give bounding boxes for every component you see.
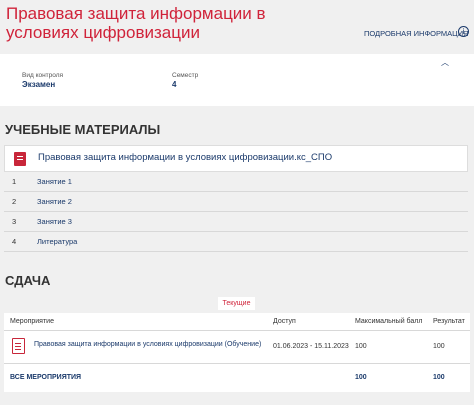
event-max-score: 100 bbox=[355, 343, 367, 350]
submission-table: Мероприятие Доступ Максимальный балл Рез… bbox=[4, 313, 470, 392]
topic-link[interactable]: Занятие 3 bbox=[37, 217, 72, 226]
tab-current[interactable]: Текущие bbox=[218, 297, 255, 310]
material-file[interactable]: Правовая защита информации в условиях ци… bbox=[4, 145, 468, 172]
topic-number: 3 bbox=[12, 217, 17, 226]
table-header: Мероприятие Доступ Максимальный балл Рез… bbox=[4, 313, 470, 331]
topic-number: 2 bbox=[12, 197, 17, 206]
semester-value: 4 bbox=[172, 80, 177, 89]
material-file-name[interactable]: Правовая защита информации в условиях ци… bbox=[38, 152, 332, 163]
topic-link[interactable]: Занятие 1 bbox=[37, 177, 72, 186]
list-item: 2 Занятие 2 bbox=[4, 192, 468, 212]
topic-link[interactable]: Литература bbox=[37, 237, 77, 246]
column-access: Доступ bbox=[273, 318, 296, 325]
task-list-icon bbox=[12, 338, 25, 354]
document-icon bbox=[14, 152, 26, 166]
table-row: Правовая защита информации в условиях ци… bbox=[4, 331, 470, 364]
total-result: 100 bbox=[433, 374, 445, 381]
topic-number: 4 bbox=[12, 237, 17, 246]
materials-heading: УЧЕБНЫЕ МАТЕРИАЛЫ bbox=[5, 122, 161, 137]
topic-number: 1 bbox=[12, 177, 17, 186]
control-type-value: Экзамен bbox=[22, 80, 56, 89]
page-title: Правовая защита информации в условиях ци… bbox=[6, 4, 266, 42]
semester-label: Семестр bbox=[172, 72, 199, 79]
column-max-score: Максимальный балл bbox=[355, 318, 423, 325]
control-type-label: Вид контроля bbox=[22, 72, 64, 79]
topics-list: 1 Занятие 1 2 Занятие 2 3 Занятие 3 4 Ли… bbox=[4, 172, 468, 252]
submission-heading: СДАЧА bbox=[5, 273, 51, 288]
info-circle-icon[interactable]: i bbox=[458, 26, 469, 37]
topic-link[interactable]: Занятие 2 bbox=[37, 197, 72, 206]
list-item: 4 Литература bbox=[4, 232, 468, 252]
details-link[interactable]: ПОДРОБНАЯ ИНФОРМАЦИЯ bbox=[364, 29, 469, 38]
total-max-score: 100 bbox=[355, 374, 367, 381]
event-access: 01.06.2023 - 15.11.2023 bbox=[273, 343, 349, 350]
column-event: Мероприятие bbox=[10, 318, 54, 325]
event-link[interactable]: Правовая защита информации в условиях ци… bbox=[34, 341, 261, 348]
chevron-up-icon[interactable]: ︿ bbox=[441, 57, 449, 68]
total-label: ВСЕ МЕРОПРИЯТИЯ bbox=[10, 374, 82, 381]
event-result: 100 bbox=[433, 343, 445, 350]
info-card bbox=[0, 54, 474, 106]
list-item: 3 Занятие 3 bbox=[4, 212, 468, 232]
table-total: ВСЕ МЕРОПРИЯТИЯ 100 100 bbox=[4, 364, 470, 392]
column-result: Результат bbox=[433, 318, 465, 325]
list-item: 1 Занятие 1 bbox=[4, 172, 468, 192]
